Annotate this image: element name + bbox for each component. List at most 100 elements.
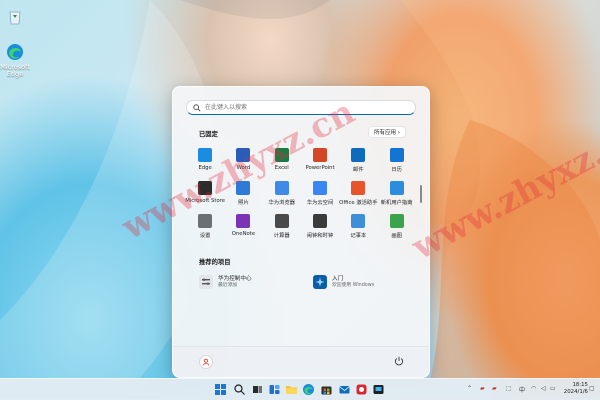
pinned-app-label: 闹钟和时钟 [306, 233, 334, 239]
recommended-item-subtitle: 最近添加 [218, 282, 238, 288]
file-explorer-icon[interactable] [285, 383, 298, 396]
mail-icon [351, 148, 366, 162]
battery-icon[interactable]: ▭ [550, 385, 556, 392]
pinned-app-label: 邮件 [353, 167, 364, 173]
widgets-icon[interactable] [268, 383, 281, 396]
power-icon[interactable] [393, 355, 405, 367]
start-menu: 已固定 所有应用 › Edge Word Excel PowerPoint 邮件 日历 Mi… [172, 86, 430, 378]
clock-icon [313, 214, 328, 228]
pinned-app[interactable]: 华为浏览器 [263, 178, 301, 211]
onenote-icon [236, 214, 251, 228]
taskbar: ⌃ ▰ ▰ ⬚ 中 ◠ ◁ ▭ 18:15 2024/1/6 ▢ [0, 378, 600, 400]
pinned-app[interactable]: OneNote [224, 211, 262, 244]
windows-start-icon[interactable] [214, 383, 227, 396]
calendar-icon [389, 148, 404, 162]
tray-app-icon[interactable]: ▰ [492, 385, 497, 392]
pinned-app[interactable]: Office 激活助手 [339, 178, 378, 211]
pinned-app-label: Excel [274, 165, 289, 171]
edge-icon [198, 148, 213, 162]
user-icon [202, 358, 210, 366]
pinned-app-label: 画图 [391, 233, 402, 239]
pinned-app-label: OneNote [231, 231, 256, 237]
language-icon[interactable]: 中 [519, 385, 525, 394]
excel-icon [274, 148, 289, 162]
pinned-app-label: Word [236, 165, 251, 171]
huawei-browser-icon [274, 181, 289, 195]
recycle-bin-icon [9, 11, 21, 25]
pinned-app-label: 照片 [238, 200, 249, 206]
pinned-app-label: 计算器 [273, 233, 290, 239]
pinned-app-label: Microsoft Store [185, 198, 226, 204]
pinned-app[interactable]: 计算器 [263, 211, 301, 244]
tray-chevron-icon[interactable]: ⌃ [467, 385, 472, 392]
recommended-item-subtitle: 欢迎使用 Windows [332, 282, 375, 288]
watermark-text: www.zhyxz.cn [405, 112, 600, 268]
start-menu-footer [173, 346, 429, 377]
control-center-icon [199, 275, 213, 289]
mail-icon[interactable] [338, 383, 351, 396]
pinned-app[interactable]: Word [224, 145, 262, 178]
pinned-app[interactable]: 设置 [186, 211, 224, 244]
pinned-app-label: 日历 [391, 167, 402, 173]
desktop-icon-edge[interactable]: Microsoft Edge [0, 42, 35, 78]
huawei-app-icon[interactable] [355, 383, 368, 396]
pinned-app[interactable]: Edge [186, 145, 224, 178]
search-input[interactable] [205, 102, 395, 113]
pinned-app[interactable]: 日历 [377, 145, 415, 178]
word-icon [236, 148, 251, 162]
pinned-app[interactable]: 新机用户指南 [377, 178, 415, 211]
wifi-icon[interactable]: ◠ [531, 385, 536, 392]
huawei-share-icon[interactable] [372, 383, 385, 396]
get-started-icon [313, 275, 327, 289]
pinned-app[interactable]: 华为云空间 [301, 178, 339, 211]
desktop-icon-recycle-bin[interactable] [0, 6, 35, 28]
pinned-app-label: 设置 [199, 233, 211, 239]
volume-icon[interactable]: ◁ [541, 385, 546, 392]
recommended-section-title: 推荐的项目 [199, 259, 231, 266]
recommended-item[interactable]: 华为控制中心 最近添加 [199, 275, 252, 289]
system-clock[interactable]: 18:15 2024/1/6 [558, 382, 588, 396]
pinned-app-label: Office 激活助手 [339, 200, 378, 206]
recommended-item[interactable]: 入门 欢迎使用 Windows [313, 275, 374, 289]
task-view-icon[interactable] [251, 383, 264, 396]
store-icon[interactable] [320, 383, 333, 396]
tray-app-icon[interactable]: ⬚ [506, 385, 512, 392]
pinned-app-label: 华为云空间 [306, 200, 334, 206]
pinned-app[interactable]: PowerPoint [301, 145, 339, 178]
pinned-scrollbar[interactable] [420, 185, 422, 203]
powerpoint-icon [313, 148, 328, 162]
guide-icon [389, 181, 404, 195]
search-icon [193, 103, 201, 111]
edge-icon[interactable] [302, 383, 315, 396]
search-icon[interactable] [233, 383, 246, 396]
pinned-app-label: 华为浏览器 [268, 200, 295, 206]
pinned-app-label: Edge [198, 165, 212, 171]
desktop-icon-label: Microsoft Edge [0, 63, 30, 78]
notification-icon[interactable]: ▢ [589, 385, 595, 392]
pinned-app[interactable]: 画图 [377, 211, 415, 244]
pinned-app[interactable]: 闹钟和时钟 [301, 211, 339, 244]
tray-app-icon[interactable]: ▰ [480, 385, 485, 392]
settings-icon [198, 214, 213, 228]
clock-date: 2024/1/6 [563, 389, 588, 395]
store-icon [198, 181, 213, 195]
huawei-cloud-icon [313, 181, 328, 195]
pinned-apps-grid: Edge Word Excel PowerPoint 邮件 日历 Microsoft Sto… [185, 145, 416, 244]
notepad-icon [351, 214, 366, 228]
pinned-app[interactable]: Microsoft Store [185, 178, 226, 211]
recommended-item-title: 华为控制中心 [218, 275, 252, 282]
user-avatar[interactable] [199, 355, 213, 369]
pinned-app-label: 新机用户指南 [380, 200, 413, 206]
pinned-section-title: 已固定 [199, 131, 218, 138]
pinned-app[interactable]: 照片 [224, 178, 262, 211]
paint-icon [389, 214, 404, 228]
all-apps-button[interactable]: 所有应用 › [369, 127, 405, 137]
start-search-box[interactable] [186, 100, 416, 115]
clock-time: 18:15 [572, 382, 588, 388]
pinned-app[interactable]: Excel [263, 145, 301, 178]
pinned-app[interactable]: 记事本 [339, 211, 377, 244]
pinned-app-label: PowerPoint [305, 165, 335, 171]
recommended-item-title: 入门 [332, 275, 344, 282]
pinned-app[interactable]: 邮件 [339, 145, 377, 178]
office-icon [351, 181, 366, 195]
